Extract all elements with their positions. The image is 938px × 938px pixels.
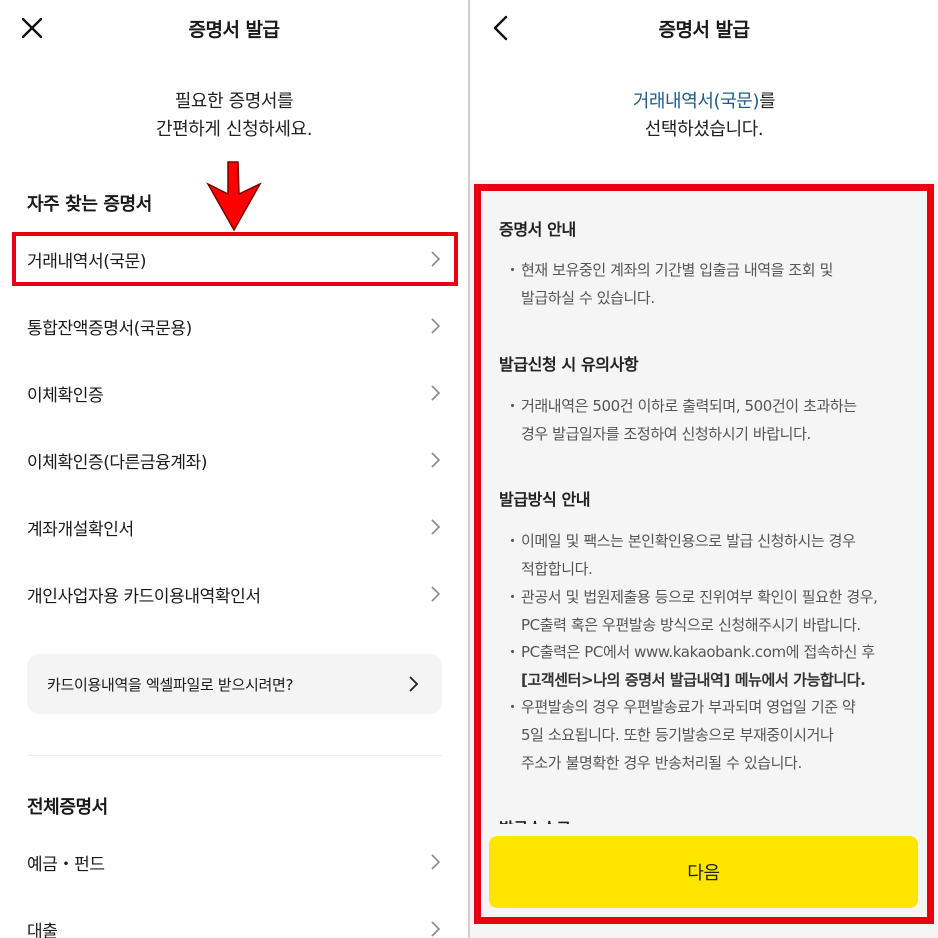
- excel-card-label: 카드이용내역을 엑셀파일로 받으시려면?: [47, 675, 294, 694]
- selection-intro: 거래내역서(국문)를 선택하셨습니다.: [470, 88, 938, 144]
- annotation-down-arrow-icon: [206, 161, 262, 232]
- list-item-label: 이체확인증: [27, 385, 104, 406]
- chevron-right-icon: [431, 921, 441, 937]
- chevron-right-icon: [431, 318, 441, 334]
- header: 증명서 발급: [470, 0, 938, 56]
- list-item-label: 개인사업자용 카드이용내역확인서: [27, 586, 261, 607]
- intro-line-2: 선택하셨습니다.: [644, 119, 764, 140]
- certificate-list-screen: 증명서 발급 필요한 증명서를 간편하게 신청하세요. 자주 찾는 증명서 거래…: [0, 0, 468, 938]
- cert-category-deposit-fund[interactable]: 예금・펀드: [27, 842, 442, 882]
- cert-item-balance[interactable]: 통합잔액증명서(국문용): [27, 306, 442, 346]
- chevron-right-icon: [431, 586, 441, 602]
- intro-line-1: 필요한 증명서를: [174, 91, 294, 112]
- chevron-right-icon: [431, 385, 441, 401]
- intro-line-2: 간편하게 신청하세요.: [155, 119, 313, 140]
- chevron-right-icon: [431, 452, 441, 468]
- header: 증명서 발급: [0, 0, 468, 56]
- page-title: 증명서 발급: [188, 19, 280, 41]
- annotation-highlight-box: [12, 232, 458, 286]
- cert-item-card-usage[interactable]: 개인사업자용 카드이용내역확인서: [27, 574, 442, 614]
- cert-item-account-opening[interactable]: 계좌개설확인서: [27, 507, 442, 547]
- chevron-right-icon: [431, 519, 441, 535]
- annotation-highlight-frame: [474, 184, 934, 924]
- intro-text: 필요한 증명서를 간편하게 신청하세요.: [0, 88, 468, 144]
- list-item-label: 계좌개설확인서: [27, 519, 134, 540]
- list-item-label: 이체확인증(다른금융계좌): [27, 452, 208, 473]
- all-section-title: 전체증명서: [27, 797, 108, 818]
- selected-cert-name: 거래내역서(국문): [632, 91, 760, 112]
- certificate-detail-screen: 증명서 발급 거래내역서(국문)를 선택하셨습니다. 증명서 안내 ・ 현재 보…: [470, 0, 938, 938]
- section-divider: [27, 755, 442, 756]
- chevron-right-icon: [409, 676, 419, 692]
- cert-item-transfer[interactable]: 이체확인증: [27, 373, 442, 413]
- page-title: 증명서 발급: [658, 19, 750, 41]
- intro-suffix: 를: [759, 91, 776, 112]
- cert-category-loan[interactable]: 대출: [27, 909, 442, 938]
- cert-item-transfer-other[interactable]: 이체확인증(다른금융계좌): [27, 440, 442, 480]
- chevron-right-icon: [431, 854, 441, 870]
- next-button[interactable]: 다음: [489, 836, 918, 908]
- excel-download-card[interactable]: 카드이용내역을 엑셀파일로 받으시려면?: [27, 654, 442, 714]
- frequent-section-title: 자주 찾는 증명서: [27, 194, 152, 215]
- list-item-label: 예금・펀드: [27, 854, 105, 875]
- intro-line-1: 거래내역서(국문)를: [470, 88, 938, 116]
- list-item-label: 대출: [27, 921, 58, 938]
- list-item-label: 통합잔액증명서(국문용): [27, 318, 192, 339]
